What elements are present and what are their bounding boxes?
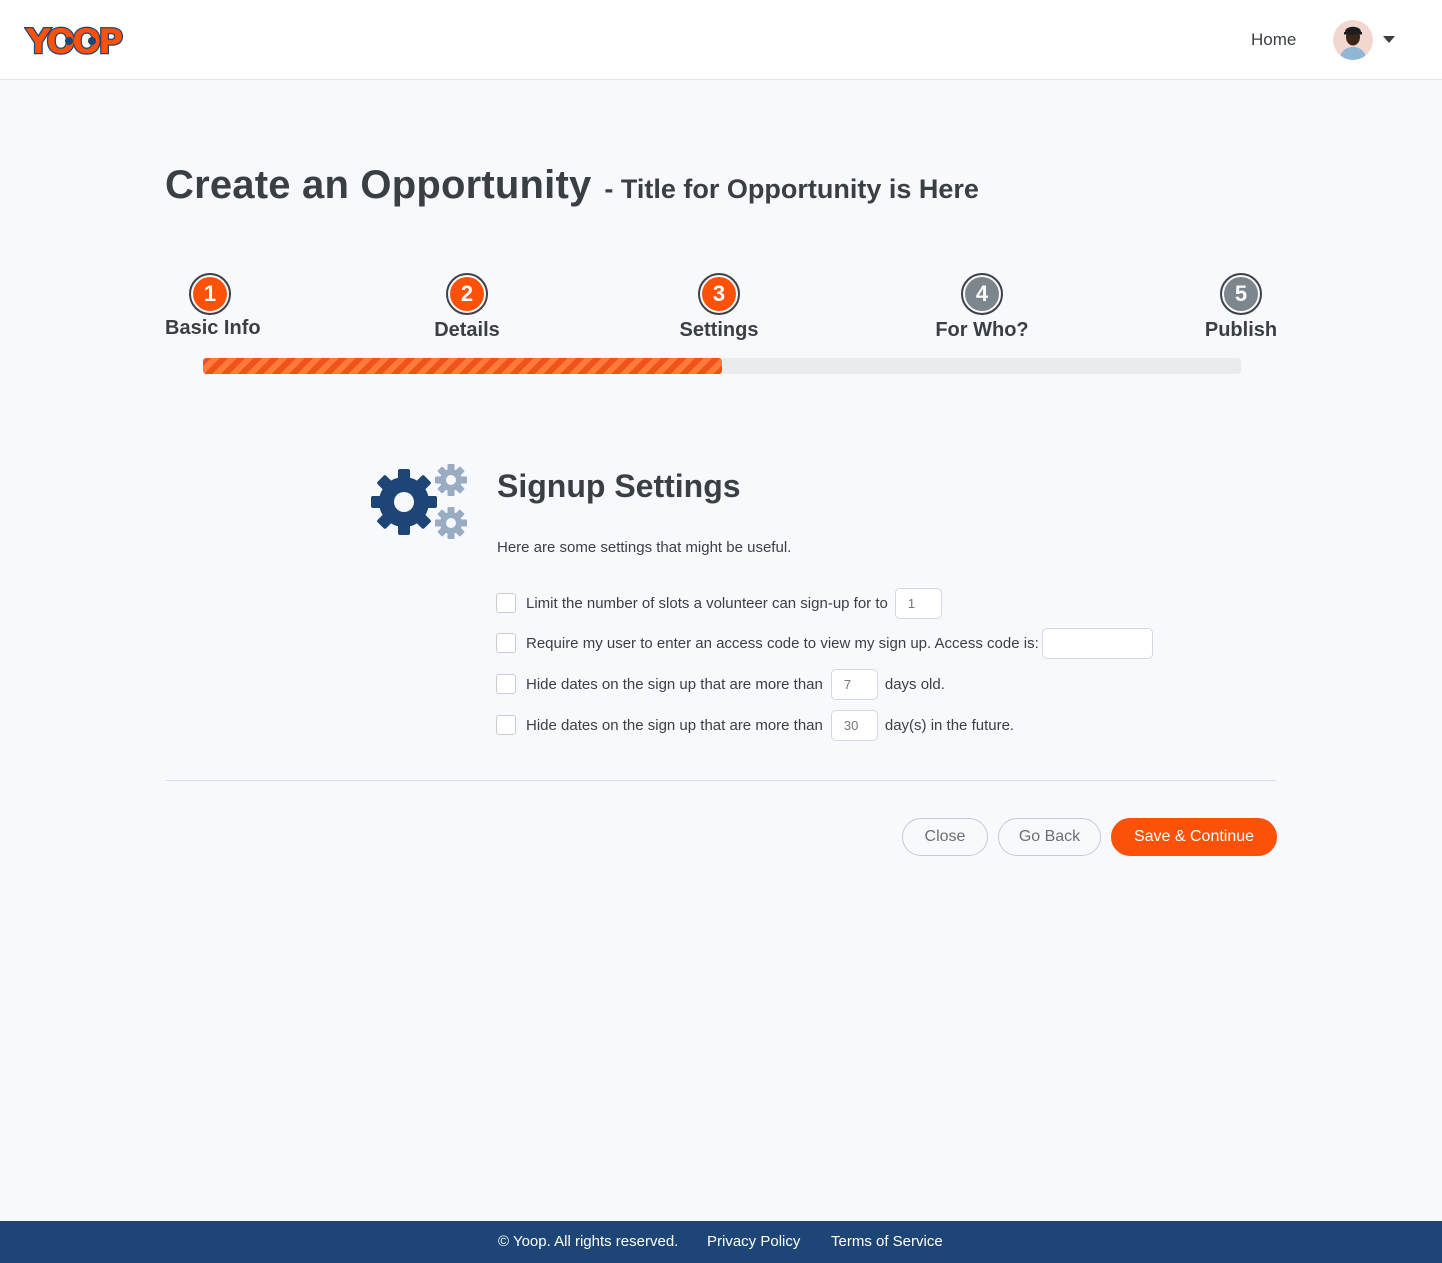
step-basic-info[interactable]: 1 Basic Info [165,273,261,340]
step-label: For Who? [935,319,1029,341]
yoop-logo[interactable]: YOOP [24,20,126,60]
hide-past-dates-checkbox[interactable] [496,674,516,694]
option-label: Require my user to enter an access code … [526,634,1039,652]
go-back-button[interactable]: Go Back [998,818,1101,856]
step-label: Basic Info [165,317,261,339]
account-dropdown-caret-icon[interactable] [1383,36,1395,43]
step-settings[interactable]: 3 Settings [674,273,764,342]
step-label: Settings [679,319,759,341]
step-circle: 4 [961,273,1003,315]
step-label: Details [434,319,500,341]
option-hide-future-dates: Hide dates on the sign up that are more … [496,709,1014,741]
step-details[interactable]: 2 Details [427,273,507,342]
limit-slots-checkbox[interactable] [496,593,516,613]
access-code-input[interactable] [1041,627,1153,659]
page-title-main: Create an Opportunity [165,163,592,207]
option-label: Hide dates on the sign up that are more … [526,716,823,734]
page-title-opportunity: - Title for Opportunity is Here [604,174,979,204]
step-for-who[interactable]: 4 For Who? [932,273,1032,342]
step-circle: 3 [698,273,740,315]
settings-gears-icon [371,464,467,539]
access-code-checkbox[interactable] [496,633,516,653]
step-number: 5 [1224,277,1258,311]
step-circle: 1 [189,273,231,315]
past-days-input[interactable] [830,668,878,700]
option-limit-slots: Limit the number of slots a volunteer ca… [496,587,942,619]
step-label: Publish [1204,319,1278,341]
progress-bar [203,358,1241,374]
option-hide-past-dates: Hide dates on the sign up that are more … [496,668,945,700]
close-button[interactable]: Close [902,818,988,856]
nav-home-link[interactable]: Home [1251,30,1296,50]
footer-copyright: © Yoop. All rights reserved. [498,1233,679,1250]
hide-future-dates-checkbox[interactable] [496,715,516,735]
progress-bar-fill [203,358,722,374]
step-number: 3 [702,277,736,311]
save-continue-button[interactable]: Save & Continue [1111,818,1277,856]
limit-slots-input[interactable] [894,587,942,619]
step-number: 2 [450,277,484,311]
option-label: Limit the number of slots a volunteer ca… [526,594,888,612]
step-publish[interactable]: 5 Publish [1201,273,1281,342]
step-circle: 5 [1220,273,1262,315]
section-description: Here are some settings that might be use… [497,539,792,556]
terms-of-service-link[interactable]: Terms of Service [831,1233,943,1250]
step-circle: 2 [446,273,488,315]
top-navbar: YOOP Home [0,0,1442,80]
footer: © Yoop. All rights reserved. Privacy Pol… [0,1221,1442,1263]
section-title: Signup Settings [497,468,741,504]
page-title: Create an Opportunity - Title for Opport… [165,163,979,208]
user-avatar[interactable] [1333,20,1373,60]
svg-text:YOOP: YOOP [25,22,122,60]
privacy-policy-link[interactable]: Privacy Policy [707,1233,800,1250]
step-number: 1 [193,277,227,311]
avatar-image [1333,20,1373,60]
option-suffix: day(s) in the future. [884,716,1015,734]
option-label: Hide dates on the sign up that are more … [526,675,823,693]
future-days-input[interactable] [830,709,878,741]
step-number: 4 [965,277,999,311]
option-access-code: Require my user to enter an access code … [496,627,1153,659]
section-divider [166,780,1276,781]
option-suffix: days old. [884,675,945,693]
